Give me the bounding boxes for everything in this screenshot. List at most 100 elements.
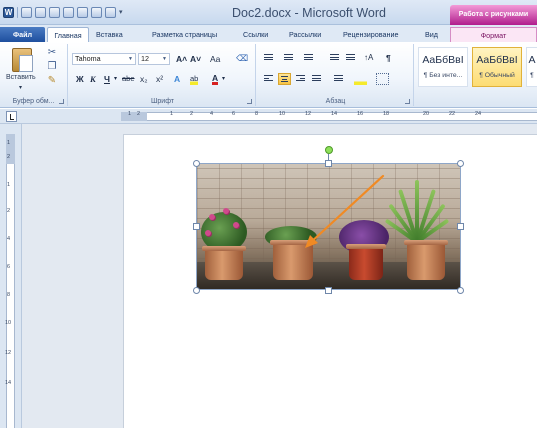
line-spacing-button[interactable] — [332, 73, 345, 85]
word-app-icon[interactable]: W — [3, 7, 14, 18]
italic-button[interactable]: К — [90, 73, 96, 85]
resize-handle-left[interactable] — [193, 223, 200, 230]
ruler-number: 2 — [7, 208, 11, 214]
resize-handle-right[interactable] — [457, 223, 464, 230]
ruler-number: 10 — [279, 111, 286, 117]
chevron-down-icon: ▼ — [162, 56, 167, 62]
paragraph-group-label: Абзац — [325, 98, 346, 105]
highlight-button[interactable]: ab — [190, 73, 199, 85]
strikethrough-button[interactable]: abe — [122, 73, 135, 85]
font-name-value: Tahoma — [75, 54, 101, 63]
ruler-number: 1 — [7, 182, 11, 188]
copy-icon[interactable]: ❐ — [46, 62, 58, 72]
resize-handle-top-right[interactable] — [457, 160, 464, 167]
open-icon[interactable] — [91, 7, 102, 18]
font-name-combo[interactable]: Tahoma ▼ — [72, 53, 136, 65]
picture-tools-label: Работа с рисунками — [450, 5, 537, 25]
style-no-spacing[interactable]: АаБбВвI ¶ Без инте... — [418, 47, 468, 87]
shading-button[interactable] — [354, 73, 367, 85]
paragraph-launcher-icon[interactable] — [405, 99, 410, 104]
rotate-handle[interactable] — [325, 146, 333, 154]
sort-button[interactable]: ↑A — [364, 52, 373, 64]
paragraph-group: ↑A ¶ Абзац — [258, 44, 414, 106]
redo-icon[interactable] — [35, 7, 46, 18]
style-sample-text: АаБбВвI — [422, 54, 464, 66]
style-sample-text: A — [528, 54, 536, 66]
font-size-combo[interactable]: 12 ▼ — [138, 53, 170, 65]
paste-icon[interactable] — [12, 48, 33, 72]
ruler-number: 12 — [305, 111, 312, 117]
font-color-dropdown-icon[interactable]: ▾ — [222, 73, 225, 85]
subscript-button[interactable]: x₂ — [140, 73, 148, 85]
cut-icon[interactable]: ✂ — [46, 48, 58, 58]
font-launcher-icon[interactable] — [247, 99, 252, 104]
paste-button[interactable]: Вставить — [6, 74, 36, 81]
increase-indent-button[interactable] — [344, 52, 357, 64]
grow-font-button[interactable]: A˄ — [176, 53, 187, 65]
ruler-number: 6 — [7, 264, 11, 270]
tab-selector-icon[interactable] — [6, 111, 17, 122]
resize-handle-bottom-left[interactable] — [193, 287, 200, 294]
ruler-number: 2 — [190, 111, 194, 117]
style-name-label: ¶ Обычный — [479, 72, 515, 79]
bullets-button[interactable] — [262, 52, 275, 64]
tab-page-layout[interactable]: Разметка страницы — [152, 27, 217, 42]
style-normal[interactable]: АаБбВвI ¶ Обычный — [472, 47, 522, 87]
underline-button[interactable]: Ч — [104, 73, 110, 85]
clipboard-group-label: Буфер обм... — [12, 98, 55, 105]
tab-insert[interactable]: Вставка — [96, 27, 123, 42]
show-formatting-button[interactable]: ¶ — [386, 52, 391, 64]
clipboard-group: Вставить ▾ ✂ ❐ ✎ Буфер обм... — [0, 44, 68, 106]
print-preview-icon[interactable] — [77, 7, 88, 18]
ruler-number: 14 — [331, 111, 338, 117]
change-case-button[interactable]: Aa — [210, 53, 220, 65]
clipboard-launcher-icon[interactable] — [59, 99, 64, 104]
clear-formatting-icon[interactable]: ⌫ — [236, 52, 248, 64]
ruler-number: 1 — [7, 140, 11, 146]
borders-button[interactable] — [376, 73, 389, 85]
save-icon[interactable] — [63, 7, 74, 18]
text-effects-button[interactable]: A — [174, 73, 180, 85]
quick-access-toolbar: W ▾ — [3, 7, 130, 18]
new-doc-icon[interactable] — [49, 7, 60, 18]
tab-file[interactable]: Файл — [0, 27, 45, 42]
align-right-button[interactable] — [294, 73, 307, 85]
multilevel-list-button[interactable] — [302, 52, 315, 64]
style-name-label: ¶ Без инте... — [423, 72, 463, 79]
justify-button[interactable] — [310, 73, 323, 85]
tab-home[interactable]: Главная — [47, 27, 89, 42]
bold-button[interactable]: Ж — [76, 73, 84, 85]
decrease-indent-button[interactable] — [328, 52, 341, 64]
resize-handle-top-left[interactable] — [193, 160, 200, 167]
shrink-font-button[interactable]: A˅ — [190, 53, 201, 65]
selected-picture[interactable] — [196, 163, 461, 290]
style-name-label: ¶ — [530, 72, 534, 79]
align-left-button[interactable] — [262, 73, 275, 85]
ruler-left-margin — [121, 112, 147, 121]
style-heading-partial[interactable]: A ¶ — [526, 47, 537, 87]
numbering-button[interactable] — [282, 52, 295, 64]
tab-mailings[interactable]: Рассылки — [289, 27, 321, 42]
align-center-button[interactable] — [278, 73, 291, 85]
tab-view[interactable]: Вид — [425, 27, 438, 42]
font-color-button[interactable]: A — [212, 73, 219, 85]
horizontal-ruler[interactable]: 1 2 1 2 4 6 8 10 12 14 16 18 20 22 24 — [0, 109, 537, 124]
tab-format[interactable]: Формат — [450, 27, 537, 42]
ruler-number: 14 — [5, 380, 12, 386]
resize-handle-bottom[interactable] — [325, 287, 332, 294]
customize-qat-dropdown-icon[interactable]: ▾ — [119, 7, 130, 18]
superscript-button[interactable]: x² — [156, 73, 163, 85]
resize-handle-bottom-right[interactable] — [457, 287, 464, 294]
underline-dropdown-icon[interactable]: ▾ — [114, 73, 117, 85]
tab-review[interactable]: Рецензирование — [343, 27, 399, 42]
undo-icon[interactable] — [21, 7, 32, 18]
document-title: Doc2.docx - Microsoft Word — [232, 6, 386, 20]
ruler-number: 2 — [7, 154, 11, 160]
resize-handle-top[interactable] — [325, 160, 332, 167]
paste-dropdown-icon[interactable]: ▾ — [19, 84, 22, 91]
spelling-icon[interactable] — [105, 7, 116, 18]
style-sample-text: АаБбВвI — [476, 54, 518, 66]
format-painter-icon[interactable]: ✎ — [46, 76, 58, 86]
vertical-ruler[interactable]: 1 2 1 2 4 6 8 10 12 14 — [0, 124, 22, 428]
tab-references[interactable]: Ссылки — [243, 27, 268, 42]
